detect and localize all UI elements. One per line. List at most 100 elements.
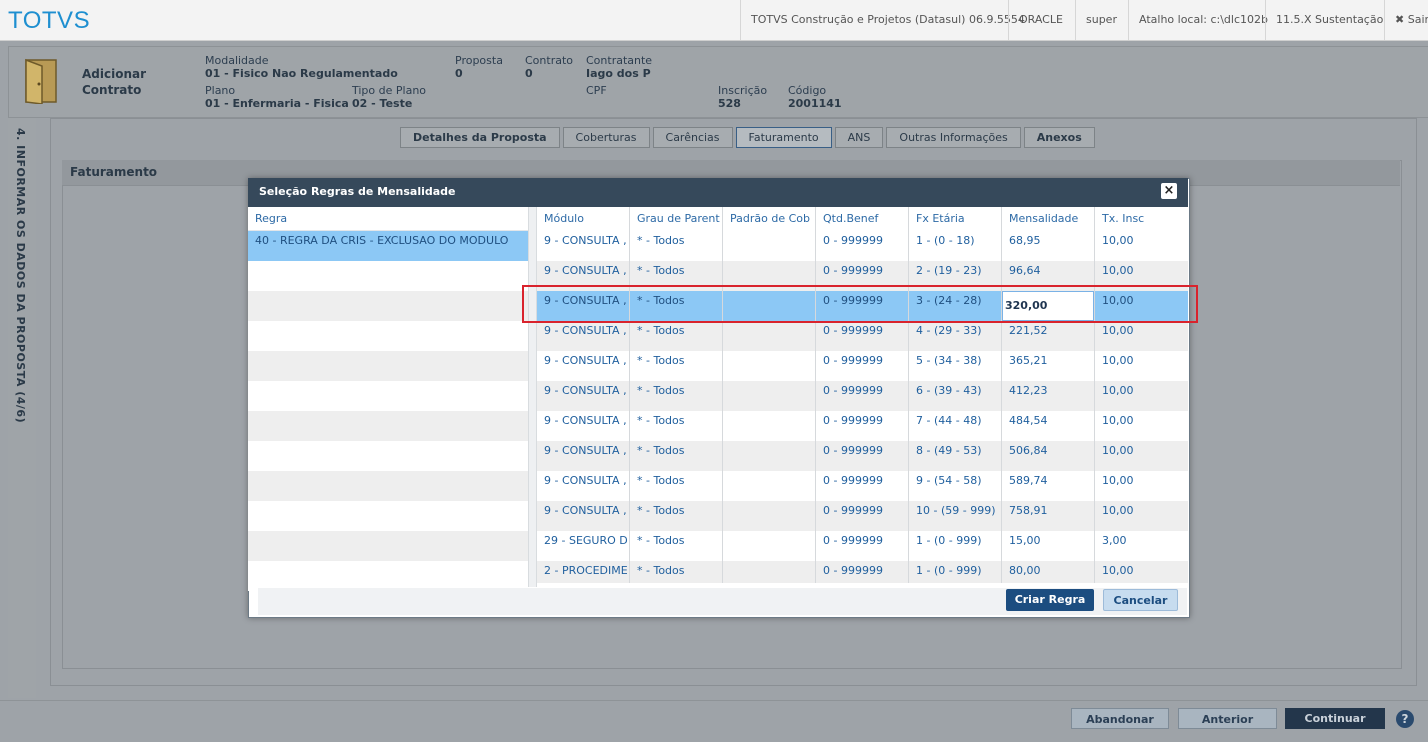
cell-modulo: 9 - CONSULTA , [544,474,627,487]
pane-splitter[interactable] [528,207,537,587]
cell-fx-etaria: 1 - (0 - 999) [916,534,982,547]
rule-name: 40 - REGRA DA CRIS - EXCLUSAO DO MODULO [255,234,509,247]
rule-row[interactable] [248,351,528,381]
cell-modulo: 9 - CONSULTA , [544,354,627,367]
contratante-label: Contratante [586,54,653,67]
create-rule-button[interactable]: Criar Regra [1006,589,1094,611]
cell-mensalidade: 412,23 [1009,384,1048,397]
table-row[interactable]: 9 - CONSULTA , * - Todos 0 - 999999 1 - (0 … [537,231,1188,261]
table-row[interactable]: 9 - CONSULTA , * - Todos 0 - 999999 4 - (29… [537,321,1188,351]
column-divider [815,207,816,583]
cell-qtd-benef: 0 - 999999 [823,444,883,457]
cell-padrao-cobertura [723,381,816,411]
table-row[interactable]: 9 - CONSULTA , * - Todos 0 - 999999 10 - (5… [537,501,1188,531]
cell-fx-etaria: 1 - (0 - 999) [916,564,982,577]
mensalidade-input[interactable] [1005,294,1091,316]
column-header-tx-insc[interactable]: Tx. Insc [1095,207,1188,231]
modalidade-label: Modalidade [205,54,269,67]
contratante-value: Iago dos P [586,67,651,80]
column-divider [1094,207,1095,583]
cell-grau-parentesco: * - Todos [637,324,685,337]
cell-tx-insc: 10,00 [1102,564,1134,577]
rules-table: Módulo Grau de Parent Padrão de Cob Qtd.Ben… [537,207,1188,583]
cell-fx-etaria: 10 - (59 - 999) [916,504,996,517]
rule-row[interactable] [248,291,528,321]
tab-coberturas[interactable]: Coberturas [562,127,650,148]
cancel-button[interactable]: Cancelar [1103,589,1178,611]
cell-padrao-cobertura [723,441,816,471]
contrato-label: Contrato [525,54,574,67]
rule-row[interactable] [248,471,528,501]
column-header-qtd-benef[interactable]: Qtd.Benef [816,207,909,231]
rule-row[interactable] [248,321,528,351]
cell-padrao-cobertura [723,321,816,351]
version-label: 11.5.X Sustentação [1265,0,1393,40]
table-row[interactable]: 9 - CONSULTA , * - Todos 0 - 999999 9 - (54… [537,471,1188,501]
table-header: Módulo Grau de Parent Padrão de Cob Qtd.Ben… [537,207,1188,232]
rule-row[interactable] [248,411,528,441]
tab-faturamento[interactable]: Faturamento [735,127,832,148]
table-row[interactable]: 9 - CONSULTA , * - Todos 0 - 999999 5 - (34… [537,351,1188,381]
column-header-mensalidade[interactable]: Mensalidade [1002,207,1095,231]
tipo-plano-label: Tipo de Plano [352,84,427,97]
highlight-box [522,285,1198,323]
cell-grau-parentesco: * - Todos [637,414,685,427]
cell-padrao-cobertura [723,231,816,261]
cell-mensalidade: 80,00 [1009,564,1041,577]
cell-fx-etaria: 1 - (0 - 18) [916,234,975,247]
rule-row[interactable] [248,531,528,561]
cell-fx-etaria: 6 - (39 - 43) [916,384,982,397]
column-header-modulo[interactable]: Módulo [537,207,630,231]
column-header-grau-parentesco[interactable]: Grau de Parent [630,207,723,231]
cell-modulo: 2 - PROCEDIME [544,564,628,577]
cpf-label: CPF [586,84,607,97]
tab-detalhes-proposta[interactable]: Detalhes da Proposta [400,127,560,148]
cell-qtd-benef: 0 - 999999 [823,234,883,247]
cell-grau-parentesco: * - Todos [637,504,685,517]
table-row[interactable]: 2 - PROCEDIME * - Todos 0 - 999999 1 - (0 -… [537,561,1188,583]
table-row[interactable]: 9 - CONSULTA , * - Todos 0 - 999999 6 - (39… [537,381,1188,411]
help-icon[interactable]: ? [1396,710,1414,728]
mensalidade-edit-field[interactable] [1002,291,1094,321]
cell-mensalidade: 15,00 [1009,534,1041,547]
column-header-padrao-cobertura[interactable]: Padrão de Cob [723,207,816,231]
cell-mensalidade: 589,74 [1009,474,1048,487]
rule-row[interactable] [248,501,528,531]
proposta-value: 0 [455,67,463,80]
rule-row[interactable]: 40 - REGRA DA CRIS - EXCLUSAO DO MODULO [248,231,528,261]
column-divider [908,207,909,583]
tab-anexos[interactable]: Anexos [1023,127,1095,148]
rule-row[interactable] [248,261,528,291]
rule-row[interactable] [248,561,528,591]
column-divider [629,207,630,583]
abandon-button[interactable]: Abandonar [1071,708,1169,729]
cell-mensalidade: 506,84 [1009,444,1048,457]
previous-button[interactable]: Anterior [1178,708,1277,729]
table-row[interactable]: 9 - CONSULTA , * - Todos 0 - 999999 7 - (44… [537,411,1188,441]
tab-ans[interactable]: ANS [834,127,884,148]
cell-tx-insc: 3,00 [1102,534,1127,547]
wizard-step-label: 4. INFORMAR OS DADOS DA PROPOSTA (4/6) [14,128,27,424]
close-dialog-button[interactable]: × [1161,183,1177,199]
exit-label: Sair [1407,13,1428,26]
table-row[interactable]: 29 - SEGURO D * - Todos 0 - 999999 1 - (0 -… [537,531,1188,561]
rule-row[interactable] [248,381,528,411]
rule-row[interactable] [248,441,528,471]
database-label: ORACLE [1008,0,1073,40]
cell-fx-etaria: 5 - (34 - 38) [916,354,982,367]
tab-carencias[interactable]: Carências [652,127,733,148]
continue-button[interactable]: Continuar [1285,708,1385,729]
proposta-label: Proposta [455,54,503,67]
cell-grau-parentesco: * - Todos [637,444,685,457]
column-header-fx-etaria[interactable]: Fx Etária [909,207,1002,231]
cell-padrao-cobertura [723,501,816,531]
table-row[interactable]: 9 - CONSULTA , * - Todos 0 - 999999 8 - (49… [537,441,1188,471]
cell-qtd-benef: 0 - 999999 [823,384,883,397]
cell-tx-insc: 10,00 [1102,234,1134,247]
cell-tx-insc: 10,00 [1102,414,1134,427]
cell-qtd-benef: 0 - 999999 [823,504,883,517]
tab-outras-informacoes[interactable]: Outras Informações [886,127,1021,148]
page-title: Adicionar Contrato [82,67,147,97]
close-icon: ✖ [1395,13,1405,26]
exit-button[interactable]: ✖ Sair [1384,0,1428,40]
